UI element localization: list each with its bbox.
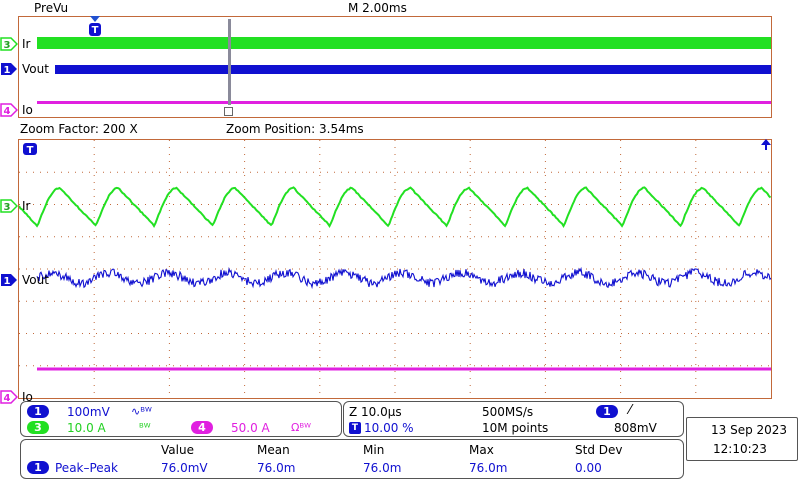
- svg-text:3: 3: [4, 40, 11, 51]
- overview-ch4-marker[interactable]: 4: [0, 103, 18, 117]
- overview-trigger-marker[interactable]: T: [88, 16, 102, 38]
- overview-vout-trace: [55, 65, 771, 74]
- meas-value: 76.0mV: [161, 461, 208, 475]
- zoom-box-handle[interactable]: [224, 107, 233, 116]
- ch4-scale: 50.0 A: [231, 421, 270, 435]
- ch4-coupling-icon: Ωᴮᵂ: [291, 421, 311, 435]
- date: 13 Sep 2023: [711, 423, 787, 437]
- overview-ir-trace: [37, 37, 771, 49]
- meas-header-max: Max: [469, 443, 494, 457]
- zoom-ch1-label: Vout: [22, 273, 49, 287]
- overview-ch1-label: Vout: [22, 62, 49, 76]
- datetime-panel: 13 Sep 2023 12:10:23: [686, 417, 798, 461]
- zoom-factor: Zoom Factor: 200 X: [20, 122, 138, 136]
- acquisition-mode: PreVu: [34, 1, 68, 15]
- ch3-coupling-icon: ᴮᵂ: [139, 421, 151, 435]
- trigger-position-icon: T: [349, 422, 361, 434]
- measurement-panel[interactable]: Value Mean Min Max Std Dev 1 Peak–Peak 7…: [20, 439, 684, 479]
- ir-trace: [19, 187, 771, 226]
- overview-ch3-label: Ir: [22, 37, 30, 51]
- vertical-settings-panel[interactable]: 1 100mV ∿ᴮᵂ 3 10.0 A ᴮᵂ 4 50.0 A Ωᴮᵂ: [20, 401, 342, 437]
- ch1-scale: 100mV: [67, 405, 110, 419]
- ch3-scale: 10.0 A: [67, 421, 106, 435]
- zoom-ch3-label: Ir: [22, 199, 30, 213]
- zoom-trigger-marker[interactable]: T: [22, 142, 38, 156]
- meas-max: 76.0m: [469, 461, 507, 475]
- svg-text:4: 4: [4, 393, 11, 404]
- meas-header-min: Min: [363, 443, 384, 457]
- trigger-slope-icon: ⁄: [629, 404, 631, 418]
- svg-text:3: 3: [4, 202, 11, 213]
- zoom-scale: Z 10.0µs: [349, 405, 402, 419]
- meas-mean: 76.0m: [257, 461, 295, 475]
- ch4-badge[interactable]: 4: [191, 421, 213, 434]
- svg-text:1: 1: [4, 65, 11, 76]
- meas-header-stddev: Std Dev: [575, 443, 622, 457]
- time: 12:10:23: [713, 442, 767, 456]
- zoom-ch1-marker[interactable]: 1: [0, 273, 18, 287]
- ch1-coupling-icon: ∿ᴮᵂ: [131, 405, 152, 419]
- overview-ch3-marker[interactable]: 3: [0, 37, 18, 51]
- ch3-badge[interactable]: 3: [27, 421, 49, 434]
- zoom-position-cursor: [228, 19, 231, 105]
- vout-trace: [37, 269, 771, 288]
- trigger-level-arrow[interactable]: [760, 139, 772, 151]
- trigger-source-badge[interactable]: 1: [596, 405, 618, 418]
- zoom-plot: [19, 140, 771, 398]
- ch1-badge[interactable]: 1: [27, 405, 49, 418]
- trigger-position: 10.00 %: [364, 421, 414, 435]
- meas-stddev: 0.00: [575, 461, 602, 475]
- record-length: 10M points: [482, 421, 548, 435]
- zoom-position: Zoom Position: 3.54ms: [226, 122, 364, 136]
- meas-name: Peak–Peak: [55, 461, 118, 475]
- svg-text:1: 1: [4, 276, 11, 287]
- svg-text:T: T: [92, 25, 99, 36]
- zoom-ch3-marker[interactable]: 3: [0, 199, 18, 213]
- overview-ch4-label: Io: [22, 103, 33, 117]
- trigger-level: 808mV: [614, 421, 657, 435]
- overview-traces: [19, 17, 771, 117]
- meas-header-value: Value: [161, 443, 194, 457]
- sample-rate: 500MS/s: [482, 405, 533, 419]
- svg-text:T: T: [27, 145, 34, 156]
- meas-header-mean: Mean: [257, 443, 290, 457]
- svg-text:4: 4: [4, 106, 11, 117]
- zoom-ch4-marker[interactable]: 4: [0, 390, 18, 404]
- overview-io-trace: [37, 101, 771, 104]
- timebase-readout: M 2.00ms: [348, 1, 407, 15]
- horizontal-trigger-panel[interactable]: Z 10.0µs 500MS/s 1 ⁄ T 10.00 % 10M point…: [343, 401, 684, 437]
- meas-min: 76.0m: [363, 461, 401, 475]
- overview-ch1-marker[interactable]: 1: [0, 62, 18, 76]
- zoom-waveform-window[interactable]: [18, 139, 772, 399]
- meas-channel-badge[interactable]: 1: [27, 461, 49, 474]
- overview-waveform-window[interactable]: [18, 16, 772, 118]
